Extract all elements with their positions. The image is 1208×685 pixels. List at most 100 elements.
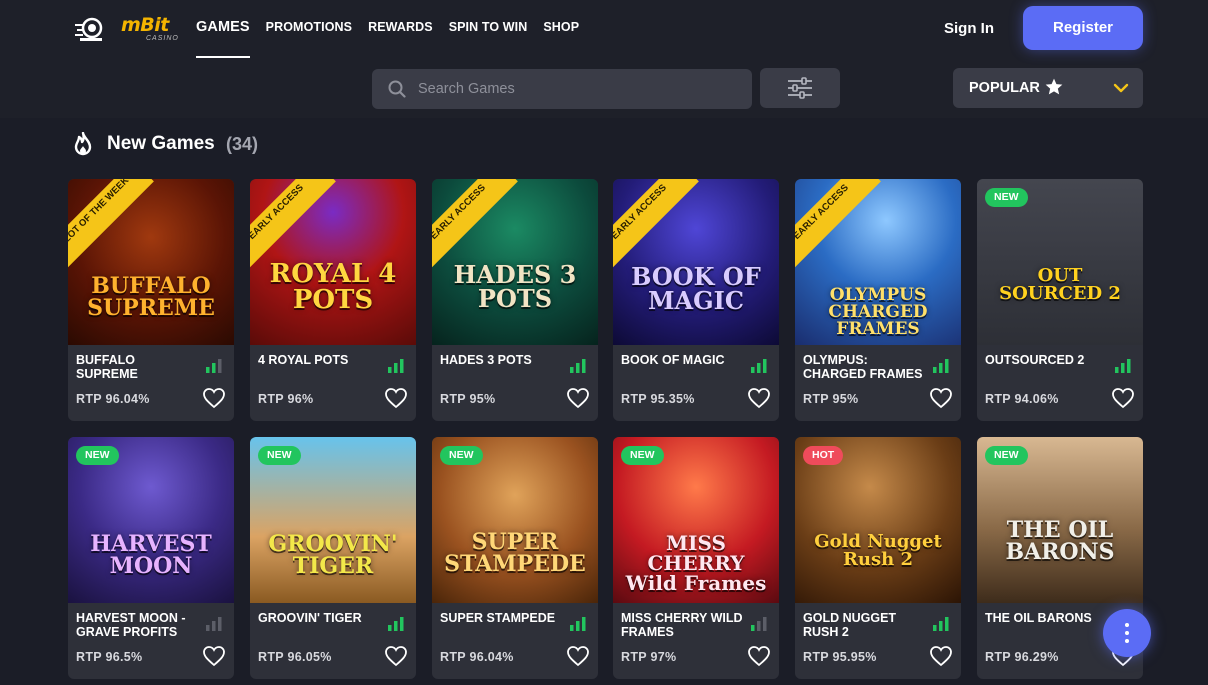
game-rtp: RTP 95% [803,392,859,406]
game-logo-art: SUPER STAMPEDE [444,529,586,577]
volatility-bars-icon [206,359,222,373]
game-card[interactable]: GROOVIN' TIGER NEW GROOVIN' TIGER RTP 96.05… [250,437,416,679]
volatility-bars-icon [388,617,404,631]
section-title: New Games [107,133,215,154]
game-thumbnail[interactable]: ROYAL 4 POTS EARLY ACCESS [250,179,416,345]
game-logo-art: OLYMPUS CHARGED FRAMES [828,285,928,339]
favorite-heart-icon[interactable] [202,387,226,409]
nav-rewards[interactable]: REWARDS [368,20,433,60]
volatility-bars-icon [933,359,949,373]
star-icon [1045,78,1063,95]
game-rtp: RTP 96.05% [258,650,332,664]
game-card[interactable]: OUT SOURCED 2 NEW OUTSOURCED 2 RTP 94.06% [977,179,1143,421]
search-icon [388,80,406,98]
game-logo-art: ROYAL 4 POTS [269,259,397,315]
game-rtp: RTP 96.5% [76,650,143,664]
brand-subtitle: CASINO [146,35,179,42]
section-count: (34) [226,134,259,154]
game-logo-art: HARVEST MOON [90,531,212,579]
sort-dropdown[interactable]: POPULAR [953,68,1143,108]
game-logo-art: OUT SOURCED 2 [999,265,1121,304]
game-title: SUPER STAMPEDE [440,611,556,625]
game-title: OLYMPUS: CHARGED FRAMES [803,353,923,381]
favorite-heart-icon[interactable] [566,387,590,409]
favorite-heart-icon[interactable] [566,645,590,667]
game-card[interactable]: OLYMPUS CHARGED FRAMES EARLY ACCESS OLYMPU… [795,179,961,421]
game-rtp: RTP 95.35% [621,392,695,406]
game-card[interactable]: MISS CHERRY Wild Frames NEW MISS CHERRY WI… [613,437,779,679]
main-nav: GAMES PROMOTIONS REWARDS SPIN TO WIN SHO… [196,19,579,60]
favorite-heart-icon[interactable] [929,645,953,667]
nav-spin-to-win[interactable]: SPIN TO WIN [449,20,528,60]
favorite-heart-icon[interactable] [202,645,226,667]
game-card[interactable]: ROYAL 4 POTS EARLY ACCESS 4 ROYAL POTS RTP … [250,179,416,421]
sign-in-link[interactable]: Sign In [944,20,994,37]
nav-shop[interactable]: SHOP [543,20,579,60]
game-title: BUFFALO SUPREME [76,353,138,381]
game-card[interactable]: BUFFALO SUPREME SLOT OF THE WEEK BUFFALO S… [68,179,234,421]
brand-logo[interactable]: mBit [121,14,169,36]
game-logo-art: THE OIL BARONS [1005,517,1115,565]
more-options-button[interactable] [1103,609,1151,657]
sort-label: POPULAR [969,80,1040,96]
game-thumbnail[interactable]: THE OIL BARONS NEW [977,437,1143,603]
game-title: MISS CHERRY WILD FRAMES [621,611,743,639]
game-title: HADES 3 POTS [440,353,532,367]
game-thumbnail[interactable]: HARVEST MOON NEW [68,437,234,603]
status-badge: NEW [258,446,301,465]
status-badge: NEW [985,188,1028,207]
favorite-heart-icon[interactable] [747,387,771,409]
game-thumbnail[interactable]: BUFFALO SUPREME SLOT OF THE WEEK [68,179,234,345]
game-card[interactable]: HARVEST MOON NEW HARVEST MOON - GRAVE PROF… [68,437,234,679]
game-thumbnail[interactable]: Gold Nugget Rush 2 HOT [795,437,961,603]
game-card[interactable]: SUPER STAMPEDE NEW SUPER STAMPEDE RTP 96.04… [432,437,598,679]
promo-ribbon: EARLY ACCESS [795,179,881,272]
game-thumbnail[interactable]: SUPER STAMPEDE NEW [432,437,598,603]
game-rtp: RTP 96.04% [440,650,514,664]
volatility-bars-icon [570,617,586,631]
volatility-bars-icon [751,617,767,631]
game-title: GROOVIN' TIGER [258,611,362,625]
game-title: 4 ROYAL POTS [258,353,349,367]
status-badge: NEW [440,446,483,465]
top-bar: mBit CASINO GAMES PROMOTIONS REWARDS SPI… [0,0,1208,118]
promo-ribbon: EARLY ACCESS [250,179,336,272]
favorite-heart-icon[interactable] [384,645,408,667]
game-title: OUTSOURCED 2 [985,353,1085,367]
favorite-heart-icon[interactable] [747,645,771,667]
register-button[interactable]: Register [1023,6,1143,50]
game-thumbnail[interactable]: OUT SOURCED 2 NEW [977,179,1143,345]
nav-promotions[interactable]: PROMOTIONS [266,20,352,60]
favorite-heart-icon[interactable] [929,387,953,409]
game-rtp: RTP 94.06% [985,392,1059,406]
filter-button[interactable] [760,68,840,108]
game-logo-art: MISS CHERRY Wild Frames [625,531,767,595]
game-thumbnail[interactable]: GROOVIN' TIGER NEW [250,437,416,603]
game-thumbnail[interactable]: MISS CHERRY Wild Frames NEW [613,437,779,603]
volatility-bars-icon [1115,359,1131,373]
game-thumbnail[interactable]: HADES 3 POTS EARLY ACCESS [432,179,598,345]
game-rtp: RTP 95% [440,392,496,406]
game-card[interactable]: Gold Nugget Rush 2 HOT GOLD NUGGET RUSH 2 R… [795,437,961,679]
nav-games[interactable]: GAMES [196,19,250,59]
game-logo-art: GROOVIN' TIGER [268,531,398,579]
logo-rocket-icon[interactable] [74,15,106,43]
favorite-heart-icon[interactable] [384,387,408,409]
game-card[interactable]: BOOK OF MAGIC EARLY ACCESS BOOK OF MAGIC RT… [613,179,779,421]
status-badge: NEW [985,446,1028,465]
promo-ribbon: SLOT OF THE WEEK [68,179,154,272]
flame-icon [74,132,92,156]
game-thumbnail[interactable]: OLYMPUS CHARGED FRAMES EARLY ACCESS [795,179,961,345]
volatility-bars-icon [388,359,404,373]
volatility-bars-icon [751,359,767,373]
game-title: BOOK OF MAGIC [621,353,725,367]
search-input[interactable] [418,69,738,109]
volatility-bars-icon [933,617,949,631]
game-title: HARVEST MOON - GRAVE PROFITS [76,611,186,639]
game-rtp: RTP 96% [258,392,314,406]
game-title: THE OIL BARONS [985,611,1092,625]
game-thumbnail[interactable]: BOOK OF MAGIC EARLY ACCESS [613,179,779,345]
favorite-heart-icon[interactable] [1111,387,1135,409]
game-card[interactable]: HADES 3 POTS EARLY ACCESS HADES 3 POTS RTP … [432,179,598,421]
dot-icon [1125,639,1129,643]
